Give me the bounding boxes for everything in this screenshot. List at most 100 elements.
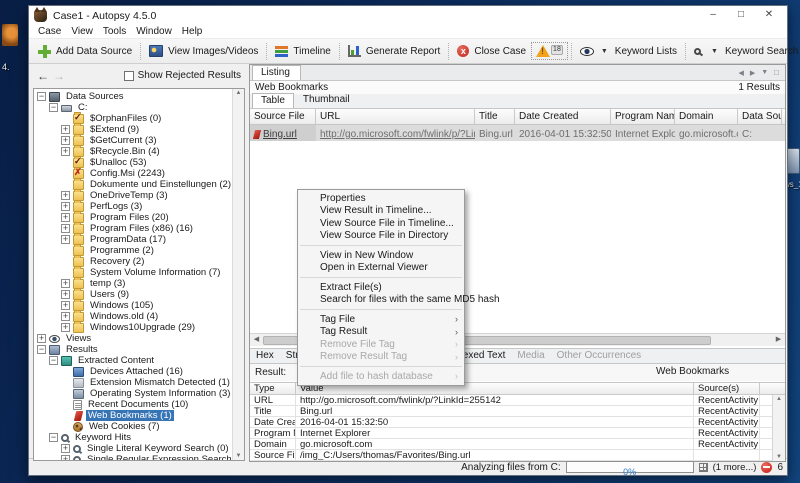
menu-item-extract-file-s[interactable]: Extract File(s) bbox=[298, 281, 464, 294]
column-header-program-name[interactable]: Program Name bbox=[611, 109, 675, 124]
tree-item-system-volume-information-7[interactable]: System Volume Information (7) bbox=[35, 267, 231, 278]
result-row-url[interactable]: URLhttp://go.microsoft.com/fwlink/p/?Lin… bbox=[250, 395, 785, 406]
result-row-program-name[interactable]: Program NameInternet ExplorerRecentActiv… bbox=[250, 428, 785, 439]
tree-item-program-files-x86-16[interactable]: +Program Files (x86) (16) bbox=[35, 223, 231, 234]
tree-item-getcurrent-3[interactable]: +$GetCurrent (3) bbox=[35, 135, 231, 146]
tree-item-orphanfiles-0[interactable]: ✓$OrphanFiles (0) bbox=[35, 113, 231, 124]
menu-tools[interactable]: Tools bbox=[98, 26, 131, 37]
listing-row[interactable]: Bing.urlhttp://go.microsoft.com/fwlink/p… bbox=[250, 125, 785, 141]
tree-item-views[interactable]: +Views bbox=[35, 333, 231, 344]
menu-item-tag-file[interactable]: Tag File› bbox=[298, 313, 464, 326]
tree-item-program-files-20[interactable]: +Program Files (20) bbox=[35, 212, 231, 223]
menu-item-view-source-file-in-timeline[interactable]: View Source File in Timeline... bbox=[298, 217, 464, 230]
tree-item-keyword-hits[interactable]: −Keyword Hits bbox=[35, 432, 231, 443]
ingest-messages-button[interactable]: 18 bbox=[531, 42, 568, 60]
tree-item-results[interactable]: −Results bbox=[35, 344, 231, 355]
tree-item-dokumente-und-einstellungen-2[interactable]: Dokumente und Einstellungen (2) bbox=[35, 179, 231, 190]
expand-icon[interactable]: + bbox=[61, 235, 70, 244]
expand-icon[interactable]: + bbox=[61, 455, 70, 461]
collapse-icon[interactable]: − bbox=[37, 345, 46, 354]
show-rejected-checkbox[interactable] bbox=[124, 71, 134, 81]
add-data-source-button[interactable]: Add Data Source bbox=[33, 43, 137, 60]
result-row-date-created[interactable]: Date Created2016-04-01 15:32:50RecentAct… bbox=[250, 417, 785, 428]
tree-item-unalloc-53[interactable]: ✓$Unalloc (53) bbox=[35, 157, 231, 168]
column-header-source-file[interactable]: Source File bbox=[250, 109, 316, 124]
result-column-header-source-s[interactable]: Source(s) bbox=[694, 383, 760, 394]
close-case-button[interactable]: xClose Case bbox=[452, 43, 531, 59]
scroll-left-icon[interactable]: ◀ bbox=[250, 334, 263, 346]
menu-item-search-for-files-with-the-same-md5-hash[interactable]: Search for files with the same MD5 hash bbox=[298, 294, 464, 307]
keyword-lists-button[interactable]: ▼ Keyword Lists bbox=[575, 44, 682, 59]
expand-icon[interactable]: + bbox=[61, 312, 70, 321]
column-header-url[interactable]: URL bbox=[316, 109, 475, 124]
menu-window[interactable]: Window bbox=[131, 26, 177, 37]
result-row-source-file-path[interactable]: Source File Path/img_C:/Users/thomas/Fav… bbox=[250, 450, 785, 461]
timeline-button[interactable]: Timeline bbox=[270, 43, 335, 59]
tree-item-operating-system-information-3[interactable]: Operating System Information (3) bbox=[35, 388, 231, 399]
column-header-data-source[interactable]: Data Source bbox=[738, 109, 782, 124]
tree-item-onedrivetemp-3[interactable]: +OneDriveTemp (3) bbox=[35, 190, 231, 201]
generate-report-button[interactable]: Generate Report bbox=[343, 43, 446, 59]
maximize-panel-icon[interactable]: □ bbox=[774, 68, 779, 77]
collapse-icon[interactable]: − bbox=[49, 103, 58, 112]
menu-item-view-source-file-in-directory[interactable]: View Source File in Directory bbox=[298, 230, 464, 243]
forward-arrow-button[interactable]: → bbox=[53, 70, 65, 82]
column-header-date-created[interactable]: Date Created bbox=[515, 109, 611, 124]
tree-item-programdata-17[interactable]: +ProgramData (17) bbox=[35, 234, 231, 245]
menu-view[interactable]: View bbox=[66, 26, 98, 37]
tree-item-windows-105[interactable]: +Windows (105) bbox=[35, 300, 231, 311]
menu-item-properties[interactable]: Properties bbox=[298, 192, 464, 205]
tree-item-devices-attached-16[interactable]: Devices Attached (16) bbox=[35, 366, 231, 377]
more-tasks-link[interactable]: (1 more...) bbox=[713, 462, 757, 473]
scroll-up-icon[interactable]: ▲ bbox=[236, 90, 242, 96]
result-column-header-type[interactable]: Type bbox=[250, 383, 296, 394]
tasks-grid-icon[interactable] bbox=[699, 463, 708, 472]
column-header-title[interactable]: Title bbox=[475, 109, 515, 124]
desktop-icon[interactable] bbox=[786, 148, 800, 174]
tree-item-web-bookmarks-1[interactable]: Web Bookmarks (1) bbox=[35, 410, 231, 421]
scroll-down-icon[interactable]: ▼ bbox=[776, 454, 782, 460]
column-header-domain[interactable]: Domain bbox=[675, 109, 738, 124]
tree-item-recycle-bin-4[interactable]: +$Recycle.Bin (4) bbox=[35, 146, 231, 157]
tree-scrollbar[interactable]: ▲ ▼ bbox=[232, 89, 244, 460]
menu-case[interactable]: Case bbox=[33, 26, 66, 37]
tab-hex[interactable]: Hex bbox=[250, 349, 280, 363]
tree-item-users-9[interactable]: +Users (9) bbox=[35, 289, 231, 300]
expand-icon[interactable]: + bbox=[61, 125, 70, 134]
scroll-down-icon[interactable]: ▼ bbox=[236, 453, 242, 459]
menu-help[interactable]: Help bbox=[177, 26, 208, 37]
expand-icon[interactable]: + bbox=[61, 191, 70, 200]
close-button[interactable]: ✕ bbox=[756, 8, 782, 23]
ingest-errors-icon[interactable] bbox=[761, 462, 772, 473]
expand-icon[interactable]: + bbox=[61, 224, 70, 233]
tree-item-config-msi-2243[interactable]: ✗Config.Msi (2243) bbox=[35, 168, 231, 179]
menu-item-tag-result[interactable]: Tag Result› bbox=[298, 326, 464, 339]
expand-icon[interactable]: + bbox=[61, 290, 70, 299]
tab-scroll-left-icon[interactable]: ◀ bbox=[738, 69, 743, 77]
tree-item-data-sources[interactable]: −Data Sources bbox=[35, 91, 231, 102]
result-row-title[interactable]: TitleBing.urlRecentActivity bbox=[250, 406, 785, 417]
tree-item-windows-old-4[interactable]: +Windows.old (4) bbox=[35, 311, 231, 322]
expand-icon[interactable]: + bbox=[37, 334, 46, 343]
maximize-button[interactable]: □ bbox=[728, 8, 754, 23]
tree-item-programme-2[interactable]: Programme (2) bbox=[35, 245, 231, 256]
tree-item-c[interactable]: −C: bbox=[35, 102, 231, 113]
tree-item-single-literal-keyword-search-0[interactable]: +Single Literal Keyword Search (0) bbox=[35, 443, 231, 454]
expand-icon[interactable]: + bbox=[61, 202, 70, 211]
collapse-icon[interactable]: − bbox=[49, 356, 58, 365]
view-images-videos-button[interactable]: View Images/Videos bbox=[144, 43, 263, 59]
desktop-icon[interactable] bbox=[2, 24, 18, 46]
expand-icon[interactable]: + bbox=[61, 136, 70, 145]
tree-item-extracted-content[interactable]: −Extracted Content bbox=[35, 355, 231, 366]
tab-list-dropdown-icon[interactable]: ▼ bbox=[761, 69, 768, 76]
minimize-button[interactable]: – bbox=[700, 8, 726, 23]
scroll-up-icon[interactable]: ▲ bbox=[776, 396, 782, 402]
expand-icon[interactable]: + bbox=[61, 444, 70, 453]
tree-item-recent-documents-10[interactable]: Recent Documents (10) bbox=[35, 399, 231, 410]
tree-item-extension-mismatch-detected-1[interactable]: Extension Mismatch Detected (1) bbox=[35, 377, 231, 388]
expand-icon[interactable]: + bbox=[61, 301, 70, 310]
expand-icon[interactable]: + bbox=[61, 147, 70, 156]
collapse-icon[interactable]: − bbox=[49, 433, 58, 442]
menu-item-open-in-external-viewer[interactable]: Open in External Viewer bbox=[298, 262, 464, 275]
tab-thumbnail[interactable]: Thumbnail bbox=[294, 92, 359, 108]
